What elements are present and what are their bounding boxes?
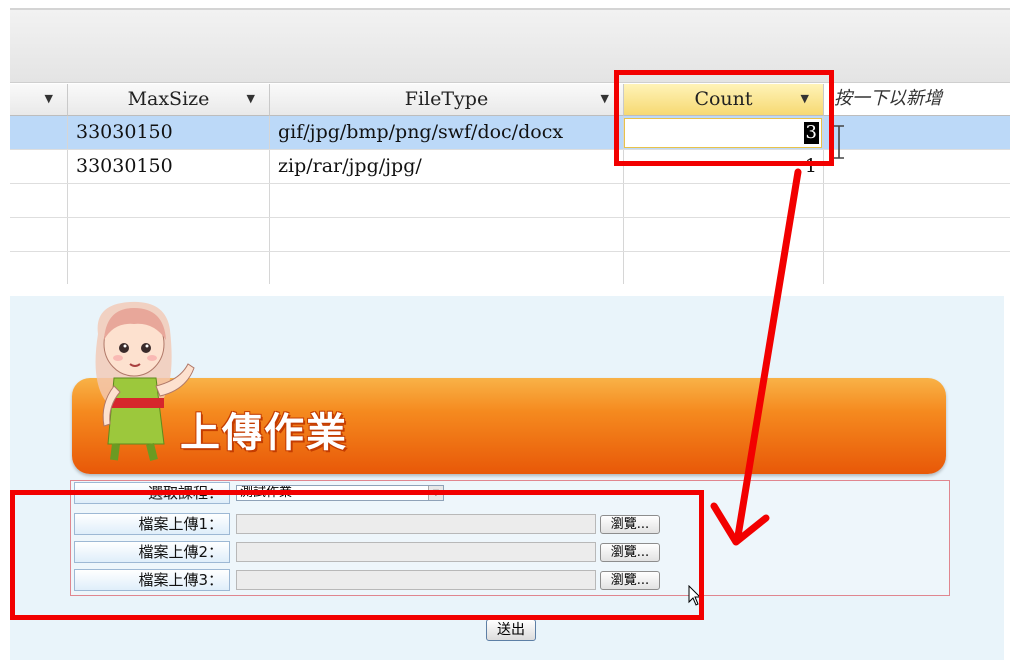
column-header-label: FileType bbox=[404, 88, 489, 110]
table-row[interactable]: 33030150 gif/jpg/bmp/png/swf/doc/docx bbox=[10, 116, 1010, 150]
table-row-empty[interactable] bbox=[10, 252, 1010, 284]
dropdown-arrow-icon[interactable]: ▼ bbox=[247, 84, 255, 114]
row-selector[interactable] bbox=[10, 150, 68, 183]
column-header-dropdown[interactable]: ▼ bbox=[10, 84, 68, 116]
submit-button[interactable]: 送出 bbox=[486, 619, 536, 641]
cell-filetype[interactable]: zip/rar/jpg/jpg/ bbox=[270, 150, 624, 183]
column-header-filetype[interactable]: FileType ▼ bbox=[270, 84, 624, 116]
annotation-box-upload-rows bbox=[10, 490, 704, 620]
table-row[interactable]: 33030150 zip/rar/jpg/jpg/ 1 bbox=[10, 150, 1010, 184]
cell-empty[interactable] bbox=[624, 184, 824, 217]
cell-empty[interactable] bbox=[624, 252, 824, 284]
cell-empty[interactable] bbox=[270, 252, 624, 284]
row-selector[interactable] bbox=[10, 184, 68, 217]
row-selector[interactable] bbox=[10, 116, 68, 149]
mascot-girl-icon bbox=[95, 301, 195, 461]
text-cursor-icon bbox=[834, 125, 844, 159]
cell-filetype[interactable]: gif/jpg/bmp/png/swf/doc/docx bbox=[270, 116, 624, 149]
cell-empty[interactable] bbox=[68, 184, 270, 217]
cell-empty[interactable] bbox=[68, 218, 270, 251]
annotation-box-count bbox=[614, 70, 834, 166]
column-header-add-new[interactable]: 按一下以新增 bbox=[824, 84, 1010, 116]
cell-empty[interactable] bbox=[270, 184, 624, 217]
cell-maxsize[interactable]: 33030150 bbox=[68, 116, 270, 149]
dropdown-arrow-icon[interactable]: ▼ bbox=[45, 84, 53, 114]
cell-empty[interactable] bbox=[68, 252, 270, 284]
table-row-empty[interactable] bbox=[10, 184, 1010, 218]
row-selector[interactable] bbox=[10, 218, 68, 251]
add-column-label: 按一下以新增 bbox=[834, 88, 942, 109]
cell-maxsize[interactable]: 33030150 bbox=[68, 150, 270, 183]
row-selector[interactable] bbox=[10, 252, 68, 284]
datasheet-grid: ▼ MaxSize ▼ FileType ▼ Count ▼ 按一下以新增 33… bbox=[10, 80, 1010, 290]
ribbon-area bbox=[10, 8, 1010, 83]
column-header-maxsize[interactable]: MaxSize ▼ bbox=[68, 84, 270, 116]
cell-empty[interactable] bbox=[270, 218, 624, 251]
table-row-empty[interactable] bbox=[10, 218, 1010, 252]
cell-empty[interactable] bbox=[624, 218, 824, 251]
dropdown-arrow-icon[interactable]: ▼ bbox=[601, 84, 609, 114]
column-header-label: MaxSize bbox=[127, 88, 210, 110]
